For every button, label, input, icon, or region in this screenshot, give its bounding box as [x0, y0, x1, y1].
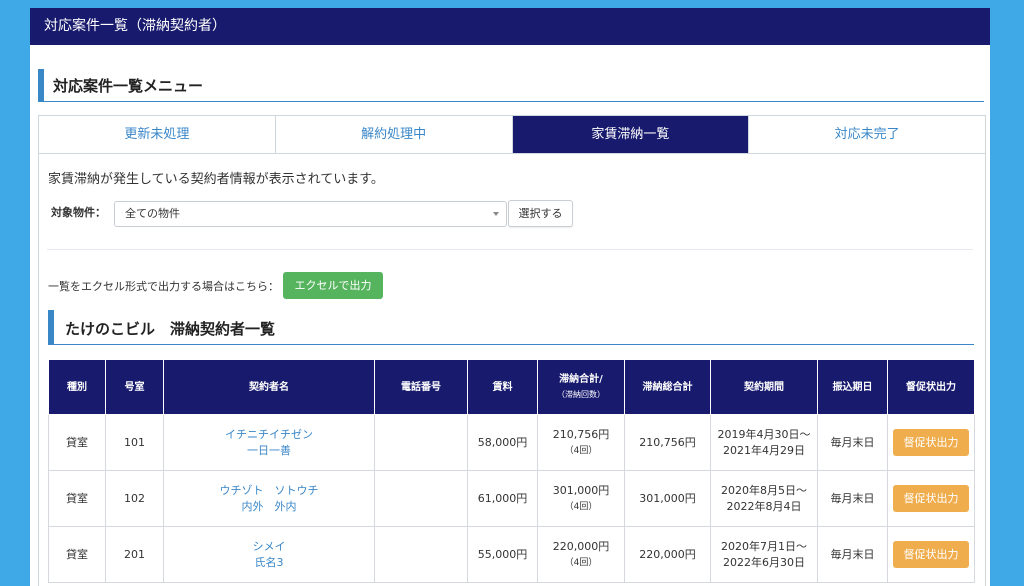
section-accent-bar: [38, 69, 44, 101]
total-amount: 301,000円: [552, 483, 610, 497]
tenant-name-link[interactable]: 内外 外内: [166, 499, 372, 515]
main-panel: 対応案件一覧（滞納契約者） 対応案件一覧メニュー 更新未処理 解約処理中 家賃滞…: [30, 8, 990, 586]
cell-grand-total: 210,756円: [624, 414, 711, 471]
property-select-value: 全ての物件: [125, 207, 180, 220]
cell-due: 毎月末日: [817, 414, 888, 471]
tenant-kana-link[interactable]: ウチゾト ソトウチ: [166, 483, 372, 499]
cell-room: 101: [105, 414, 164, 471]
header-total-sub: （滞納回数）: [557, 390, 605, 399]
select-button[interactable]: 選択する: [508, 200, 573, 227]
header-grand-total: 滞納総合計: [624, 359, 711, 415]
total-amount: 210,756円: [552, 427, 610, 441]
cell-rent: 55,000円: [467, 526, 538, 583]
menu-heading: 対応案件一覧メニュー: [53, 77, 204, 95]
cell-dun: 督促状出力: [887, 526, 975, 583]
excel-export-button[interactable]: エクセルで出力: [283, 272, 383, 299]
cell-total: 210,756円 （4回）: [537, 414, 625, 471]
period-end: 2021年4月29日: [723, 443, 805, 457]
cell-period: 2020年8月5日～ 2022年8月4日: [710, 470, 818, 527]
window-title: 対応案件一覧（滞納契約者）: [30, 8, 990, 45]
chevron-down-icon: [493, 212, 499, 216]
arrears-count: （4回）: [564, 557, 598, 568]
period-end: 2022年8月4日: [726, 499, 802, 513]
table-row: 貸室 201 シメイ 氏名3 55,000円 220,000円 （4回） 220…: [48, 526, 975, 583]
property-filter-label: 対象物件：: [51, 206, 106, 219]
header-period: 契約期間: [710, 359, 818, 415]
cell-total: 220,000円 （4回）: [537, 526, 625, 583]
cell-due: 毎月末日: [817, 470, 888, 527]
period-start: 2020年7月1日～: [721, 539, 807, 553]
cell-room: 102: [105, 470, 164, 527]
property-select[interactable]: 全ての物件: [114, 201, 507, 227]
header-total-main: 滞納合計/: [559, 374, 603, 385]
tenant-kana-link[interactable]: シメイ: [166, 539, 372, 555]
menu-section-header: 対応案件一覧メニュー: [38, 69, 984, 102]
header-rent: 賃料: [467, 359, 538, 415]
header-total: 滞納合計/ （滞納回数）: [537, 359, 625, 415]
cell-name: シメイ 氏名3: [163, 526, 375, 583]
cell-dun: 督促状出力: [887, 470, 975, 527]
cell-type: 貸室: [48, 470, 106, 527]
tab-content: 家賃滞納が発生している契約者情報が表示されています。 対象物件： 全ての物件 選…: [38, 153, 986, 586]
period-start: 2019年4月30日～: [717, 427, 811, 441]
table-row: 貸室 102 ウチゾト ソトウチ 内外 外内 61,000円 301,000円 …: [48, 470, 975, 527]
header-name: 契約者名: [163, 359, 375, 415]
tab-bar: 更新未処理 解約処理中 家賃滞納一覧 対応未完了: [38, 115, 986, 154]
tab-cancellation-processing[interactable]: 解約処理中: [275, 116, 513, 154]
tenant-kana-link[interactable]: イチニチイチゼン: [166, 427, 372, 443]
cell-grand-total: 220,000円: [624, 526, 711, 583]
cell-rent: 58,000円: [467, 414, 538, 471]
cell-total: 301,000円 （4回）: [537, 470, 625, 527]
tab-incomplete[interactable]: 対応未完了: [749, 116, 985, 154]
section-accent-bar: [48, 310, 54, 344]
description-text: 家賃滞納が発生している契約者情報が表示されています。: [48, 172, 384, 187]
dun-letter-button[interactable]: 督促状出力: [893, 541, 969, 568]
arrears-table: 種別 号室 契約者名 電話番号 賃料 滞納合計/ （滞納回数） 滞納総合計 契約…: [48, 359, 975, 583]
header-room: 号室: [105, 359, 164, 415]
tab-renewal-pending[interactable]: 更新未処理: [39, 116, 276, 154]
table-row: 貸室 101 イチニチイチゼン 一日一善 58,000円 210,756円 （4…: [48, 414, 975, 471]
divider: [47, 249, 973, 250]
table-header-row: 種別 号室 契約者名 電話番号 賃料 滞納合計/ （滞納回数） 滞納総合計 契約…: [48, 359, 975, 415]
cell-dun: 督促状出力: [887, 414, 975, 471]
total-amount: 220,000円: [552, 539, 610, 553]
cell-phone: [374, 526, 468, 583]
cell-phone: [374, 470, 468, 527]
tenant-name-link[interactable]: 一日一善: [166, 443, 372, 459]
cell-name: ウチゾト ソトウチ 内外 外内: [163, 470, 375, 527]
arrears-count: （4回）: [564, 445, 598, 456]
list-heading: たけのこビル 滞納契約者一覧: [65, 320, 276, 338]
header-type: 種別: [48, 359, 106, 415]
cell-rent: 61,000円: [467, 470, 538, 527]
dun-letter-button[interactable]: 督促状出力: [893, 429, 969, 456]
list-section-header: たけのこビル 滞納契約者一覧: [48, 310, 974, 345]
period-start: 2020年8月5日～: [721, 483, 807, 497]
tab-rent-arrears[interactable]: 家賃滞納一覧: [512, 116, 750, 154]
header-due: 振込期日: [817, 359, 888, 415]
dun-letter-button[interactable]: 督促状出力: [893, 485, 969, 512]
cell-due: 毎月末日: [817, 526, 888, 583]
header-dun: 督促状出力: [887, 359, 975, 415]
cell-grand-total: 301,000円: [624, 470, 711, 527]
period-end: 2022年6月30日: [723, 555, 805, 569]
arrears-count: （4回）: [564, 501, 598, 512]
cell-phone: [374, 414, 468, 471]
header-phone: 電話番号: [374, 359, 468, 415]
cell-name: イチニチイチゼン 一日一善: [163, 414, 375, 471]
tenant-name-link[interactable]: 氏名3: [166, 555, 372, 571]
cell-period: 2019年4月30日～ 2021年4月29日: [710, 414, 818, 471]
cell-period: 2020年7月1日～ 2022年6月30日: [710, 526, 818, 583]
cell-type: 貸室: [48, 414, 106, 471]
cell-room: 201: [105, 526, 164, 583]
cell-type: 貸室: [48, 526, 106, 583]
export-text: 一覧をエクセル形式で出力する場合はこちら：: [48, 280, 279, 293]
